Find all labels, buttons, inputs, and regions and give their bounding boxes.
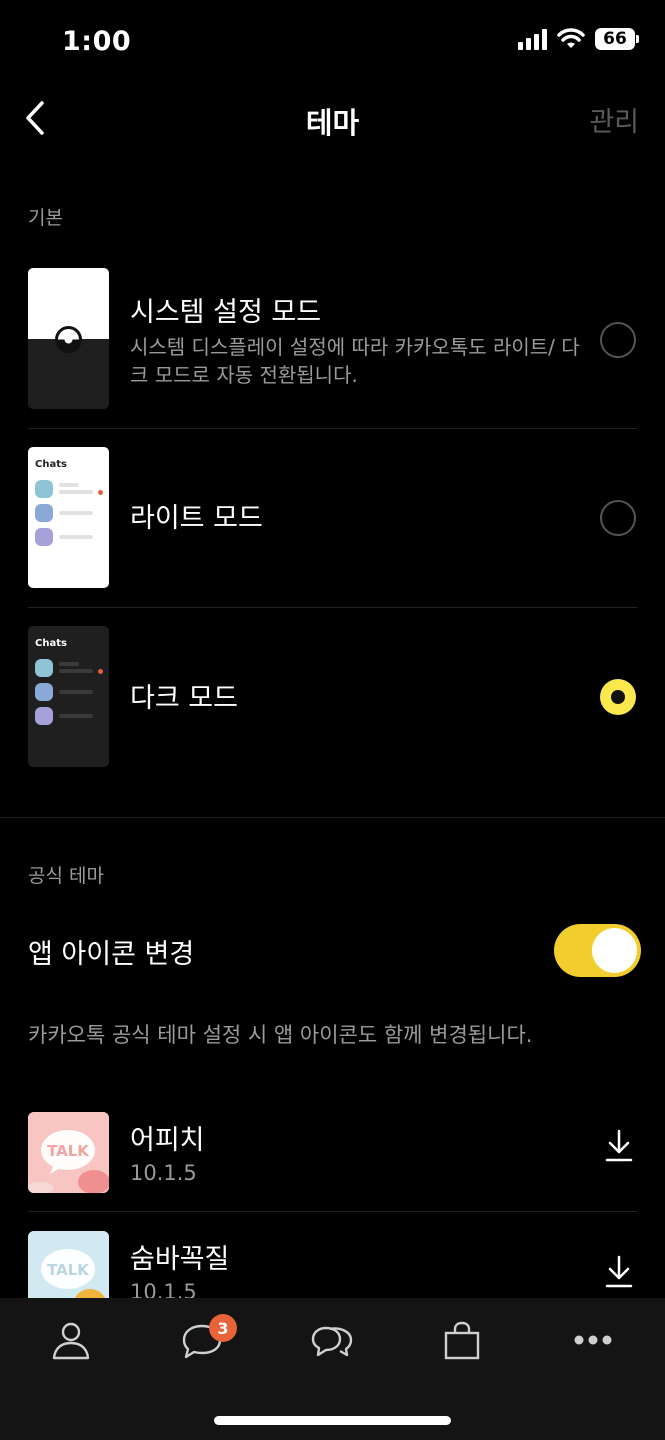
dark-mode-radio[interactable] [600, 679, 636, 715]
system-mode-title[interactable]: 시스템 설정 모드 [130, 290, 321, 329]
open-chat-tab-icon[interactable] [310, 1320, 354, 1360]
cellular-signal-icon [518, 28, 547, 50]
status-time: 1:00 [62, 26, 132, 57]
shopping-tab-icon[interactable] [440, 1320, 484, 1360]
status-indicators: 66 [518, 28, 639, 50]
app-icon-change-label: 앱 아이콘 변경 [28, 939, 195, 970]
divider [28, 607, 637, 608]
dark-thumb-avatar [35, 707, 53, 725]
light-mode-radio[interactable] [600, 500, 636, 536]
app-icon-note: 카카오톡 공식 테마 설정 시 앱 아이콘도 함께 변경됩니다. [28, 1023, 533, 1047]
manage-button[interactable]: 관리 [589, 100, 639, 139]
download-icon[interactable] [604, 1129, 634, 1163]
dark-thumb-label: Chats [35, 638, 67, 649]
download-icon[interactable] [604, 1255, 634, 1289]
theme-version-apeach: 10.1.5 [130, 1161, 197, 1185]
battery-level: 66 [603, 29, 627, 49]
battery-icon: 66 [595, 28, 639, 50]
light-mode-thumbnail[interactable]: Chats [28, 447, 109, 588]
divider [28, 428, 637, 429]
system-mode-radio[interactable] [600, 322, 636, 358]
light-thumb-avatar [35, 480, 53, 498]
dark-mode-title[interactable]: 다크 모드 [130, 676, 238, 715]
apeach-talk-icon: TALK [28, 1112, 109, 1193]
wifi-icon [557, 28, 585, 48]
toggle-knob [592, 928, 637, 973]
app-icon-toggle[interactable] [554, 924, 641, 977]
theme-name-hide-and-seek[interactable]: 숨바꼭질 [130, 1237, 229, 1276]
light-thumb-avatar [35, 528, 53, 546]
apeach-talk-text: TALK [47, 1142, 90, 1160]
chat-badge: 3 [209, 1314, 237, 1342]
back-arrow-icon[interactable] [22, 100, 52, 136]
hide-and-seek-talk-text: TALK [47, 1261, 90, 1279]
more-tab-icon[interactable] [571, 1320, 615, 1360]
system-mode-description: 시스템 디스플레이 설정에 따라 카카오톡도 라이트/ 다크 모드로 자동 전환… [130, 335, 580, 387]
divider [28, 1211, 637, 1212]
system-mode-thumbnail[interactable] [28, 268, 109, 409]
theme-name-apeach[interactable]: 어피치 [130, 1118, 205, 1157]
light-mode-title[interactable]: 라이트 모드 [130, 496, 263, 535]
friends-tab-icon[interactable] [49, 1320, 93, 1360]
home-indicator [214, 1416, 451, 1425]
section-label-official: 공식 테마 [28, 865, 104, 887]
dark-thumb-avatar [35, 659, 53, 677]
section-divider [0, 817, 665, 818]
section-label-basic: 기본 [28, 207, 63, 229]
dark-thumb-avatar [35, 683, 53, 701]
dark-mode-thumbnail[interactable]: Chats [28, 626, 109, 767]
system-mode-icon [55, 326, 82, 353]
theme-thumbnail-apeach[interactable]: TALK [28, 1112, 109, 1193]
light-thumb-avatar [35, 504, 53, 522]
light-thumb-label: Chats [35, 459, 67, 470]
page-title: 테마 [305, 106, 360, 140]
